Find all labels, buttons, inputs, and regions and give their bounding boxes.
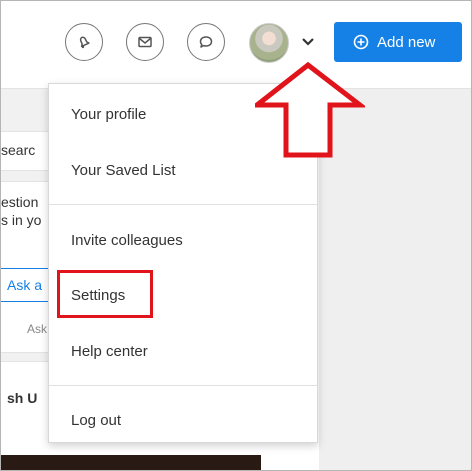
search-card: searc — [1, 131, 49, 171]
chevron-down-icon[interactable] — [301, 37, 315, 47]
menu-divider — [49, 385, 317, 386]
bell-icon — [79, 36, 90, 49]
speech-bubble-icon — [199, 36, 213, 48]
profile-image — [1, 455, 261, 470]
envelope-icon — [138, 36, 152, 48]
menu-item-help-center[interactable]: Help center — [71, 343, 148, 360]
add-new-label: Add new — [377, 33, 436, 51]
menu-divider — [49, 204, 317, 205]
menu-item-log-out[interactable]: Log out — [71, 412, 121, 429]
question-fragment-1: estion — [1, 194, 39, 210]
screenshot-frame: searc estion s in yo Ask a Ask sh U Add … — [0, 0, 472, 471]
ask-fragment-1: Ask a — [7, 277, 43, 293]
ask-fragment-2: Ask — [27, 322, 48, 336]
top-bar: Add new — [1, 1, 471, 89]
question-card: estion s in yo Ask a Ask — [1, 181, 49, 353]
search-fragment: searc — [1, 142, 36, 158]
ask-input[interactable]: Ask a — [1, 268, 49, 302]
add-new-button[interactable]: Add new — [334, 22, 462, 62]
chat-button[interactable] — [187, 23, 225, 61]
messages-button[interactable] — [126, 23, 164, 61]
annotation-arrow-icon — [255, 61, 365, 158]
name-fragment: sh U — [7, 390, 38, 406]
question-fragment-2: s in yo — [1, 212, 42, 228]
plus-circle-icon — [353, 34, 369, 50]
avatar[interactable] — [249, 23, 289, 63]
background-column: searc estion s in yo Ask a Ask sh U — [1, 89, 49, 470]
menu-item-saved-list[interactable]: Your Saved List — [71, 162, 176, 179]
notifications-button[interactable] — [65, 23, 103, 61]
settings-highlight-box — [57, 270, 153, 318]
menu-item-invite-colleagues[interactable]: Invite colleagues — [71, 232, 183, 249]
menu-item-your-profile[interactable]: Your profile — [71, 106, 146, 123]
